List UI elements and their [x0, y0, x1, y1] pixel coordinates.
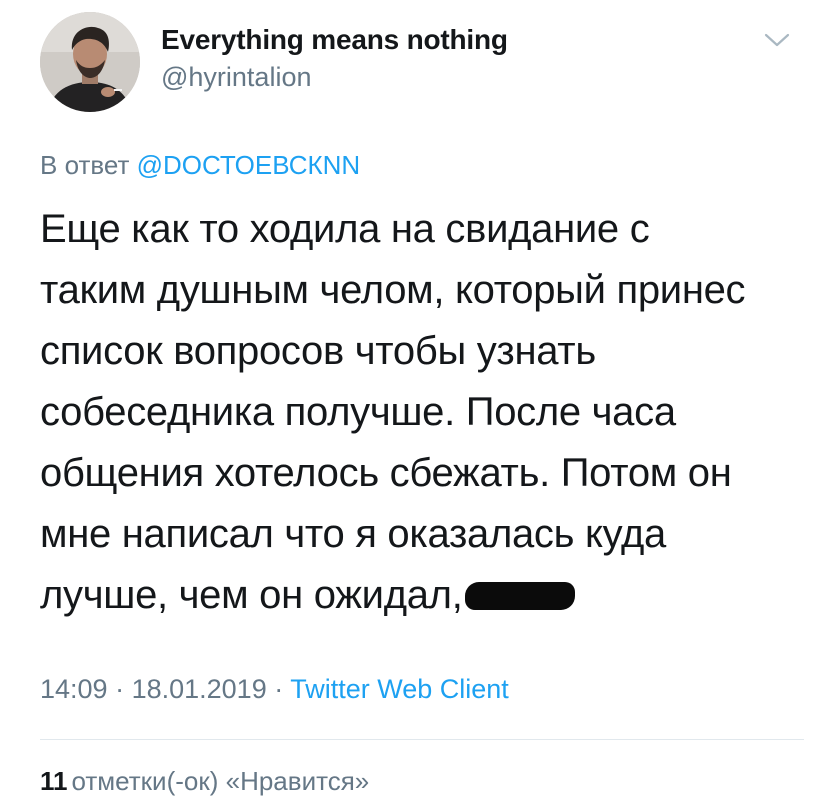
- tweet-text: Еще как то ходила на свидание с таким ду…: [40, 199, 790, 626]
- tweet-text-line-last: лучше, чем он ожидал,: [40, 565, 790, 626]
- likes-label: отметки(-ок) «Нравится»: [71, 766, 370, 796]
- likes-count[interactable]: 11 отметки(-ок) «Нравится»: [40, 766, 369, 797]
- tweet-time: 14:09: [40, 674, 108, 704]
- tweet-text-line: лучше, чем он ожидал,: [40, 573, 463, 617]
- meta-separator: ·: [266, 674, 291, 704]
- redaction-scribble: [464, 582, 575, 610]
- tweet-date: 18.01.2019: [131, 674, 267, 704]
- reply-mention-link[interactable]: @DОСТОЕВСКNN: [137, 150, 361, 180]
- user-handle[interactable]: @hyrintalion: [161, 62, 311, 93]
- reply-prefix: В ответ: [40, 150, 137, 180]
- tweet-meta: 14:09 · 18.01.2019 · Twitter Web Client: [40, 674, 509, 705]
- display-name[interactable]: Everything means nothing: [161, 24, 508, 56]
- tweet-text-line: Еще как то ходила на свидание с: [40, 207, 650, 251]
- tweet-text-line: таким душным челом, который принес: [40, 268, 746, 312]
- meta-separator: ·: [107, 674, 132, 704]
- avatar[interactable]: [40, 12, 140, 112]
- divider: [40, 739, 804, 740]
- chevron-down-icon[interactable]: [763, 30, 791, 50]
- tweet-text-line: собеседника получше. После часа: [40, 390, 676, 434]
- tweet-text-line: мне написал что я оказалась куда: [40, 512, 666, 556]
- tweet-text-line: общения хотелось сбежать. Потом он: [40, 451, 732, 495]
- tweet-text-line: список вопросов чтобы узнать: [40, 329, 596, 373]
- tweet-detail: Everything means nothing @hyrintalion В …: [0, 0, 828, 812]
- likes-number: 11: [40, 766, 68, 796]
- avatar-photo: [40, 12, 140, 112]
- client-link[interactable]: Twitter Web Client: [290, 674, 509, 704]
- reply-context: В ответ @DОСТОЕВСКNN: [40, 150, 360, 181]
